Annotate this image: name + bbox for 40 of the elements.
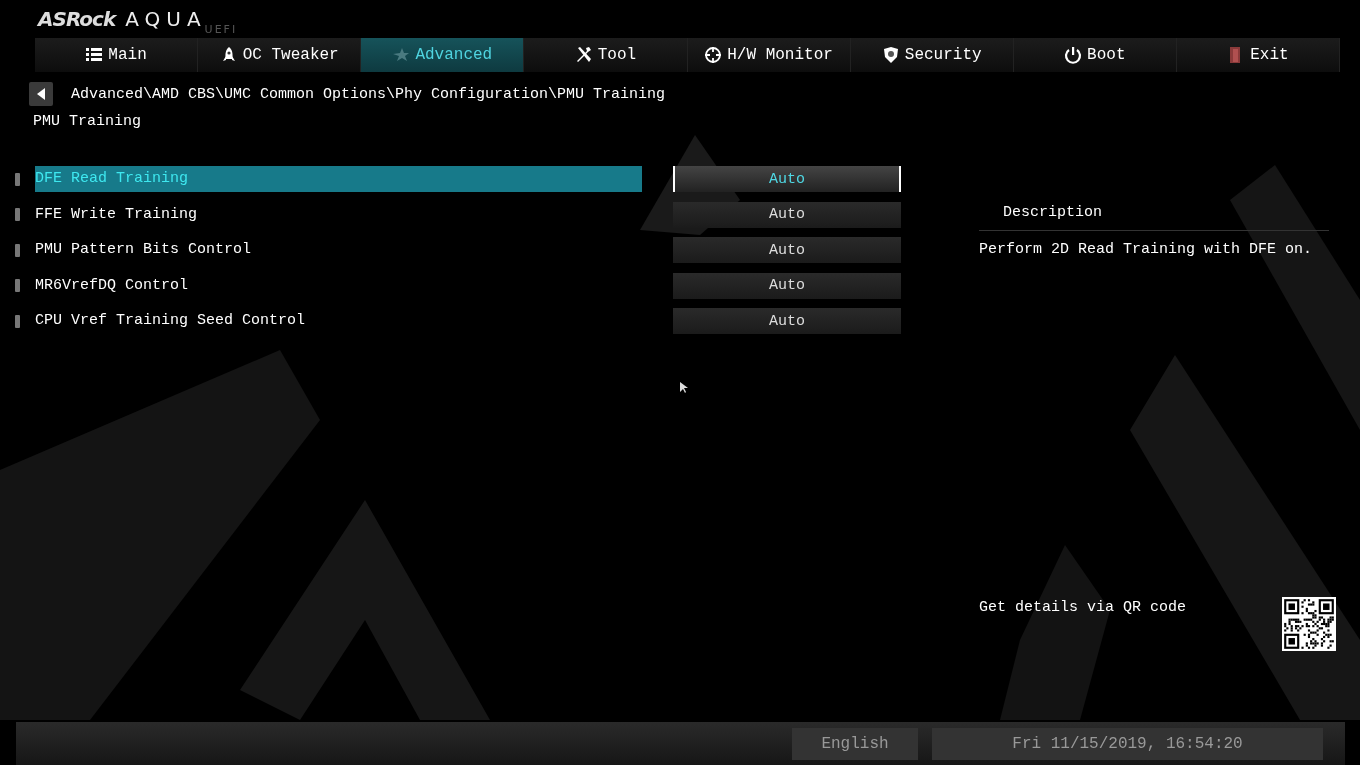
star-icon [392,46,411,64]
menu-tab[interactable]: Main [35,38,199,72]
menu-tab[interactable]: Security [850,38,1014,72]
breadcrumb: Advanced\AMD CBS\UMC Common Options\Phy Configuration\PMU Training [71,85,666,103]
row-marker [15,172,20,186]
qr-hint: Get details via QR code [979,599,1187,616]
row-marker [15,314,20,328]
language-button[interactable]: English [792,727,918,760]
menu-tab[interactable]: Boot [1013,38,1177,72]
date-time: Fri 11/15/2019, 16:54:20 [932,727,1323,760]
setting-value-button[interactable]: Auto [673,166,901,192]
menu-tab[interactable]: Exit [1176,38,1340,72]
setting-item[interactable]: CPU Vref Training Seed Control [35,308,642,334]
menu-tab[interactable]: Tool [524,38,688,72]
product-suffix: UEFI [204,23,238,36]
power-icon [1064,46,1083,64]
setting-value-button[interactable]: Auto [673,201,901,228]
back-button[interactable] [29,82,53,106]
setting-item[interactable]: MR6VrefDQ Control [35,272,642,299]
qr-code-icon [1282,597,1336,651]
menu-tab[interactable]: H/W Monitor [687,38,851,72]
mouse-cursor-icon [680,382,688,394]
setting-item[interactable]: FFE Write Training [35,201,642,228]
shield-icon [881,46,900,64]
back-arrow-icon [36,88,46,100]
setting-value-button[interactable]: Auto [673,308,901,334]
setting-value-button[interactable]: Auto [673,272,901,299]
product-name: AQUA [125,8,207,30]
setting-value-button[interactable]: Auto [673,237,901,263]
description-text: Perform 2D Read Training with DFE on. [979,230,1329,258]
page-title: PMU Training [33,113,143,132]
menu-tab[interactable]: Advanced [361,38,525,72]
description-title: Description [1003,204,1104,223]
list-icon [85,46,104,64]
brand-logo: ASRock [38,8,116,30]
row-marker [15,243,20,257]
row-marker [15,208,20,221]
setting-item[interactable]: PMU Pattern Bits Control [35,237,642,263]
crosshair-icon [704,46,723,64]
row-marker [15,279,20,292]
